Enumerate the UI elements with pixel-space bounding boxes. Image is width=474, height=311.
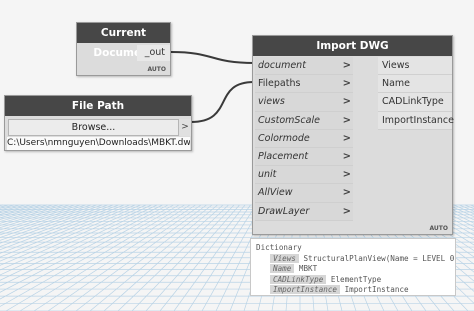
preview-value: MBKT bbox=[298, 264, 318, 273]
current-document-title: Current Document bbox=[77, 23, 170, 59]
output-port-name[interactable]: Name bbox=[378, 75, 452, 94]
output-port-views[interactable]: Views bbox=[378, 57, 452, 76]
preview-value: StructuralPlanView(Name = LEVEL 0 bbox=[303, 253, 455, 263]
output-port-cadlinktype[interactable]: CADLinkType bbox=[378, 93, 452, 112]
input-ports: document > Filepaths > views > CustomScale >… bbox=[255, 57, 353, 221]
input-label: DrawLayer bbox=[258, 205, 310, 217]
preview-value: ElementType bbox=[330, 274, 382, 284]
wire-filepaths[interactable] bbox=[190, 81, 255, 123]
input-port-colormode[interactable]: Colormode > bbox=[255, 129, 353, 148]
chevron-right-icon[interactable]: > bbox=[343, 130, 351, 148]
input-port-unit[interactable]: unit > bbox=[255, 166, 353, 185]
input-label: unit bbox=[258, 169, 277, 181]
preview-row: ImportInstance ImportInstance bbox=[256, 285, 450, 295]
out-port[interactable]: _out bbox=[136, 45, 170, 61]
chevron-right-icon[interactable]: > bbox=[343, 75, 351, 93]
preview-row: CADLinkType ElementType bbox=[256, 274, 450, 286]
preview-row: Views StructuralPlanView(Name = LEVEL 0 bbox=[256, 253, 454, 265]
output-ports: Views Name CADLinkType ImportInstance bbox=[378, 57, 454, 130]
input-port-views[interactable]: views > bbox=[255, 93, 353, 112]
import-dwg-title: Import DWG bbox=[253, 36, 452, 56]
file-path-value: C:\Users\nmnguyen\Downloads\MBKT.dwg bbox=[7, 137, 190, 150]
input-label: Filepaths bbox=[258, 78, 301, 90]
input-label: AllView bbox=[258, 187, 293, 199]
preview-title: Dictionary bbox=[256, 243, 302, 252]
current-document-node[interactable]: Current Document _out AUTO bbox=[76, 22, 171, 76]
chevron-right-icon[interactable]: > bbox=[343, 184, 351, 202]
input-port-allview[interactable]: AllView > bbox=[255, 184, 353, 203]
input-port-placement[interactable]: Placement > bbox=[255, 147, 353, 167]
preview-bubble[interactable]: Dictionary Views StructuralPlanView(Name… bbox=[250, 238, 456, 296]
input-label: CustomScale bbox=[258, 114, 320, 126]
input-label: Placement bbox=[258, 150, 309, 162]
input-port-document[interactable]: document > bbox=[255, 57, 353, 76]
preview-key: ImportInstance bbox=[270, 285, 341, 294]
file-path-node[interactable]: File Path Browse... > C:\Users\nmnguyen\… bbox=[4, 95, 192, 151]
file-path-title: File Path bbox=[5, 96, 191, 116]
preview-value: ImportInstance bbox=[344, 285, 409, 294]
auto-badge: AUTO bbox=[429, 225, 448, 232]
chevron-right-icon[interactable]: > bbox=[343, 57, 351, 75]
browse-button[interactable]: Browse... bbox=[8, 119, 179, 136]
chevron-right-icon[interactable]: > bbox=[343, 112, 351, 130]
input-port-filepaths[interactable]: Filepaths > bbox=[255, 75, 353, 94]
preview-row: Name MBKT bbox=[256, 264, 450, 275]
input-label: Colormode bbox=[258, 132, 310, 144]
output-port-importinstance[interactable]: ImportInstance bbox=[378, 111, 454, 130]
input-label: document bbox=[258, 60, 306, 71]
chevron-right-icon[interactable]: > bbox=[343, 166, 351, 184]
input-port-drawlayer[interactable]: DrawLayer > bbox=[255, 202, 353, 221]
chevron-right-icon[interactable]: > bbox=[343, 203, 351, 221]
input-label: views bbox=[258, 96, 285, 108]
chevron-right-icon[interactable]: > bbox=[343, 93, 351, 111]
wire-document[interactable] bbox=[170, 51, 255, 64]
auto-badge: AUTO bbox=[147, 66, 166, 73]
preview-key: Views bbox=[270, 253, 299, 263]
output-port-arrow[interactable]: > bbox=[179, 119, 191, 136]
import-dwg-node[interactable]: Import DWG document > Filepaths > views > C… bbox=[252, 35, 454, 235]
preview-key: Name bbox=[270, 264, 295, 273]
preview-key: CADLinkType bbox=[270, 274, 327, 284]
chevron-right-icon[interactable]: > bbox=[343, 148, 351, 166]
input-port-customscale[interactable]: CustomScale > bbox=[255, 111, 353, 130]
